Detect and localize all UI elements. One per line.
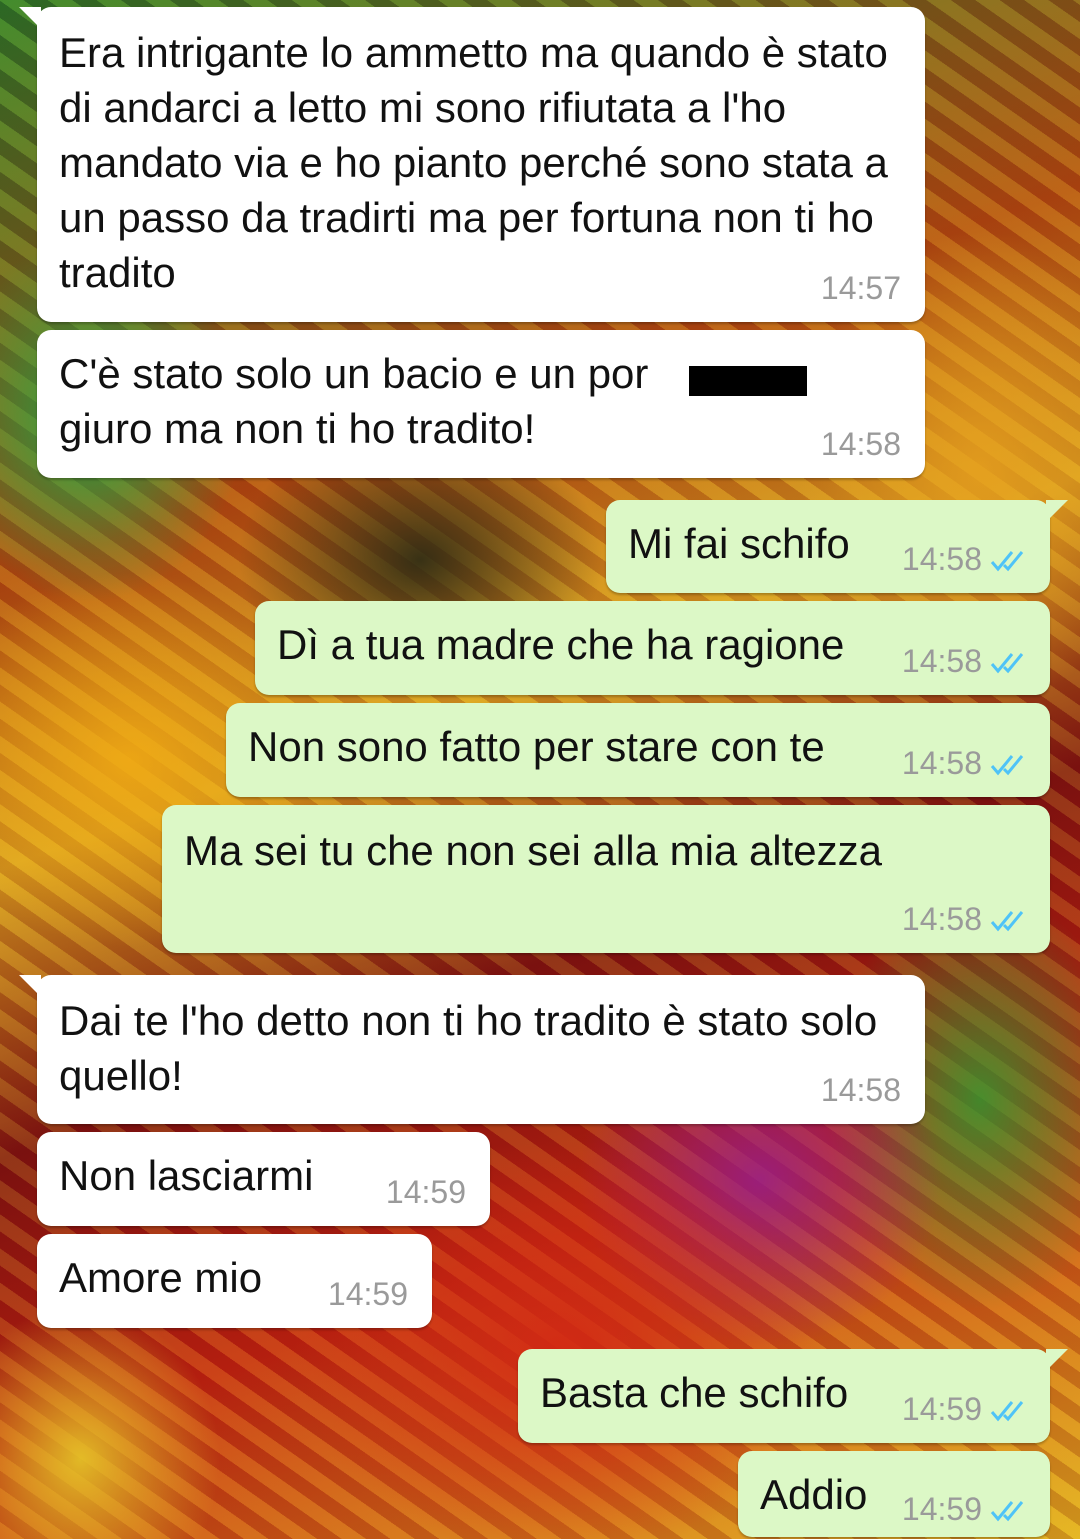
message-bubble-outgoing[interactable]: Dì a tua madre che ha ragione 14:58: [255, 601, 1050, 695]
message-bubble-outgoing[interactable]: Basta che schifo 14:59: [518, 1349, 1068, 1443]
message-time: 14:59: [327, 1276, 408, 1312]
message-text: Addio: [760, 1471, 868, 1518]
double-check-icon: [990, 1401, 1024, 1422]
message-text: C'è stato solo un bacio e un por giuro m…: [59, 350, 649, 452]
message-time: 14:57: [820, 270, 901, 306]
message-bubble-incoming[interactable]: Non lasciarmi 14:59: [37, 1132, 490, 1226]
message-bubble-incoming[interactable]: Amore mio 14:59: [37, 1234, 432, 1328]
message-text: Mi fai schifo: [628, 520, 850, 567]
message-bubble-outgoing[interactable]: Ma sei tu che non sei alla mia altezza 1…: [162, 805, 1050, 953]
message-bubble-outgoing[interactable]: Non sono fatto per stare con te 14:58: [226, 703, 1050, 797]
message-time: 14:58: [901, 745, 982, 781]
message-text: Basta che schifo: [540, 1369, 849, 1416]
message-time: 14:58: [820, 1072, 901, 1108]
double-check-icon: [990, 755, 1024, 776]
message-text: Dai te l'ho detto non ti ho tradito è st…: [59, 997, 878, 1099]
message-text: Dì a tua madre che ha ragione: [277, 621, 845, 668]
message-time: 14:58: [901, 643, 982, 679]
message-text: Non sono fatto per stare con te: [248, 723, 825, 770]
message-text: Non lasciarmi: [59, 1152, 314, 1199]
message-time: 14:58: [901, 541, 982, 577]
double-check-icon: [990, 653, 1024, 674]
message-text: Amore mio: [59, 1254, 263, 1301]
message-bubble-incoming[interactable]: Dai te l'ho detto non ti ho tradito è st…: [19, 975, 925, 1124]
double-check-icon: [990, 1501, 1024, 1522]
message-time: 14:58: [820, 426, 901, 462]
message-text: Era intrigante lo ammetto ma quando è st…: [59, 29, 888, 296]
message-bubble-outgoing[interactable]: Mi fai schifo 14:58: [606, 500, 1068, 593]
double-check-icon: [990, 911, 1024, 932]
message-time: 14:58: [901, 901, 982, 937]
message-text: Ma sei tu che non sei alla mia altezza: [184, 827, 883, 874]
message-time: 14:59: [385, 1174, 466, 1210]
double-check-icon: [990, 551, 1024, 572]
message-time: 14:59: [901, 1491, 982, 1527]
message-bubble-incoming[interactable]: Era intrigante lo ammetto ma quando è st…: [19, 7, 925, 322]
message-time: 14:59: [901, 1391, 982, 1427]
message-bubble-outgoing[interactable]: Addio 14:59: [738, 1451, 1050, 1537]
redaction-bar: [689, 366, 807, 396]
message-bubble-incoming[interactable]: C'è stato solo un bacio e un por giuro m…: [37, 330, 925, 478]
